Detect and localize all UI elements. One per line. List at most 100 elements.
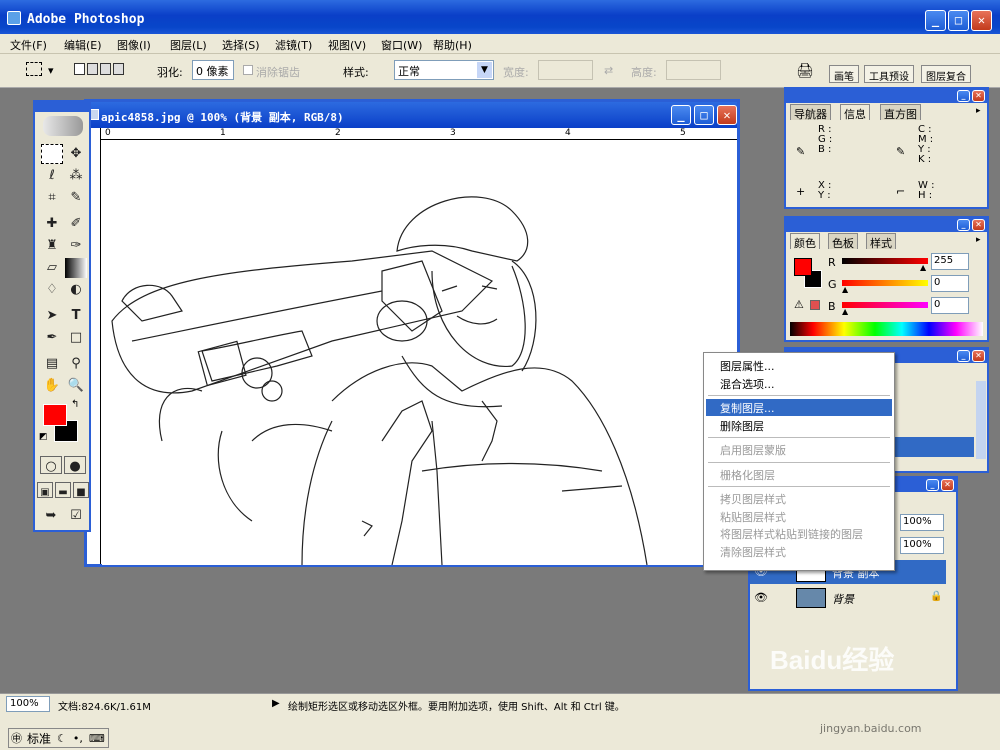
tab-swatches[interactable]: 色板 bbox=[828, 233, 858, 250]
rect-marquee-icon[interactable] bbox=[26, 62, 42, 76]
type-tool-icon[interactable]: T bbox=[65, 306, 87, 326]
canvas[interactable] bbox=[102, 141, 737, 565]
keyboard-icon[interactable]: ⌨ bbox=[86, 732, 108, 745]
tab-histogram[interactable]: 直方图 bbox=[880, 104, 921, 121]
moon-icon[interactable]: ☾ bbox=[54, 732, 70, 745]
context-menu-item[interactable]: 图层属性... bbox=[706, 357, 892, 374]
eyedropper-tool-icon[interactable]: ⚲ bbox=[65, 354, 87, 374]
eraser-tool-icon[interactable]: ▱ bbox=[41, 258, 63, 278]
slice-tool-icon[interactable]: ✎ bbox=[65, 188, 87, 208]
tab-layer-comps[interactable]: 图层复合 bbox=[921, 65, 971, 83]
doc-minimize-button[interactable]: _ bbox=[671, 105, 691, 125]
chevron-down-icon[interactable]: ▼ bbox=[477, 62, 492, 78]
menu-select[interactable]: 选择(S) bbox=[222, 37, 260, 53]
panel-close-button[interactable]: ✕ bbox=[972, 90, 985, 102]
panel-minimize-button[interactable]: _ bbox=[926, 479, 939, 491]
gamut-color-swatch[interactable] bbox=[810, 300, 820, 310]
check-icon[interactable]: ☑ bbox=[65, 506, 87, 526]
slider-thumb[interactable]: ▲ bbox=[842, 307, 848, 316]
punctuation-icon[interactable]: •, bbox=[70, 732, 86, 745]
b-slider[interactable]: ▲ bbox=[842, 302, 928, 316]
tab-info[interactable]: 信息 bbox=[840, 104, 870, 121]
status-arrow-icon[interactable]: ▶ bbox=[272, 698, 280, 709]
history-scrollbar[interactable] bbox=[976, 381, 986, 459]
slider-thumb[interactable]: ▲ bbox=[920, 263, 926, 272]
maximize-button[interactable]: □ bbox=[948, 10, 969, 31]
tab-brushes[interactable]: 画笔 bbox=[829, 65, 859, 83]
doc-close-button[interactable]: ✕ bbox=[717, 105, 737, 125]
panel-minimize-button[interactable]: _ bbox=[957, 350, 970, 362]
palette-well-icon[interactable]: 🖨 bbox=[796, 63, 814, 79]
b-value-input[interactable]: 0 bbox=[931, 297, 969, 314]
g-slider[interactable]: ▲ bbox=[842, 280, 928, 294]
hand-tool-icon[interactable]: ✋ bbox=[41, 376, 63, 396]
clone-stamp-icon[interactable]: ♜ bbox=[41, 236, 63, 256]
layer-row[interactable]: 👁 背景 🔒 bbox=[750, 586, 946, 610]
fill-input[interactable]: 100% bbox=[900, 537, 944, 554]
path-selection-icon[interactable]: ➤ bbox=[41, 306, 63, 326]
intersect-selection-icon[interactable] bbox=[113, 63, 124, 75]
menu-window[interactable]: 窗口(W) bbox=[381, 37, 422, 53]
zoom-tool-icon[interactable]: 🔍 bbox=[65, 376, 87, 396]
panel-menu-arrow-icon[interactable]: ▸ bbox=[976, 106, 981, 116]
marquee-tool-icon[interactable] bbox=[41, 144, 63, 164]
height-input[interactable] bbox=[666, 60, 721, 80]
tab-styles[interactable]: 样式 bbox=[866, 233, 896, 250]
tab-color[interactable]: 颜色 bbox=[790, 233, 820, 250]
panel-close-button[interactable]: ✕ bbox=[972, 219, 985, 231]
ime-mode-label[interactable]: 标准 bbox=[24, 730, 54, 747]
jump-to-imageready-icon[interactable]: ➥ bbox=[40, 506, 62, 526]
blur-tool-icon[interactable]: ♢ bbox=[41, 280, 63, 300]
tab-navigator[interactable]: 导航器 bbox=[790, 104, 831, 121]
feather-input[interactable]: 0 像素 bbox=[192, 60, 234, 80]
menu-layer[interactable]: 图层(L) bbox=[170, 37, 207, 53]
fg-color-swatch[interactable] bbox=[794, 258, 812, 276]
menu-edit[interactable]: 编辑(E) bbox=[64, 37, 102, 53]
ime-logo-icon[interactable]: ㊥ bbox=[9, 730, 24, 746]
screen-mode-standard-icon[interactable]: ▣ bbox=[37, 482, 53, 498]
g-value-input[interactable]: 0 bbox=[931, 275, 969, 292]
history-brush-icon[interactable]: ✑ bbox=[65, 236, 87, 256]
menu-help[interactable]: 帮助(H) bbox=[433, 37, 472, 53]
minimize-button[interactable]: _ bbox=[925, 10, 946, 31]
context-menu-item[interactable]: 混合选项... bbox=[706, 375, 892, 392]
add-selection-icon[interactable] bbox=[87, 63, 98, 75]
panel-menu-arrow-icon[interactable]: ▸ bbox=[976, 235, 981, 245]
notes-tool-icon[interactable]: ▤ bbox=[41, 354, 63, 374]
style-select[interactable]: 正常 ▼ bbox=[394, 60, 494, 80]
lasso-tool-icon[interactable]: ℓ bbox=[41, 166, 63, 186]
shape-tool-icon[interactable]: □ bbox=[65, 328, 87, 348]
menu-image[interactable]: 图像(I) bbox=[117, 37, 151, 53]
opacity-input[interactable]: 100% bbox=[900, 514, 944, 531]
swap-colors-icon[interactable]: ↰ bbox=[71, 399, 79, 410]
r-slider[interactable]: ▲ bbox=[842, 258, 928, 272]
screen-mode-full-icon[interactable]: ■ bbox=[73, 482, 89, 498]
menu-file[interactable]: 文件(F) bbox=[10, 37, 47, 53]
layer-name[interactable]: 背景 bbox=[832, 591, 854, 607]
eye-icon[interactable]: 👁 bbox=[754, 591, 768, 604]
panel-close-button[interactable]: ✕ bbox=[941, 479, 954, 491]
antialias-checkbox[interactable] bbox=[243, 65, 253, 75]
panel-minimize-button[interactable]: _ bbox=[957, 90, 970, 102]
gradient-tool-icon[interactable] bbox=[65, 258, 87, 278]
doc-maximize-button[interactable]: □ bbox=[694, 105, 714, 125]
foreground-color-swatch[interactable] bbox=[43, 404, 67, 426]
pen-tool-icon[interactable]: ✒ bbox=[41, 328, 63, 348]
move-tool-icon[interactable]: ✥ bbox=[65, 144, 87, 164]
default-colors-icon[interactable]: ◩ bbox=[39, 432, 48, 442]
slider-thumb[interactable]: ▲ bbox=[842, 285, 848, 294]
menu-view[interactable]: 视图(V) bbox=[328, 37, 366, 53]
magic-wand-tool-icon[interactable]: ⁂ bbox=[65, 166, 87, 186]
context-menu-item[interactable]: 复制图层... bbox=[706, 399, 892, 416]
new-selection-icon[interactable] bbox=[74, 63, 85, 75]
color-spectrum-ramp[interactable] bbox=[790, 322, 983, 336]
healing-brush-icon[interactable]: ✚ bbox=[41, 214, 63, 234]
standard-mode-icon[interactable]: ○ bbox=[40, 456, 62, 474]
quickmask-mode-icon[interactable]: ● bbox=[64, 456, 86, 474]
tool-preset-arrow-icon[interactable]: ▾ bbox=[48, 64, 54, 77]
subtract-selection-icon[interactable] bbox=[100, 63, 111, 75]
r-value-input[interactable]: 255 bbox=[931, 253, 969, 270]
context-menu-item[interactable]: 删除图层 bbox=[706, 417, 892, 434]
swap-icon[interactable]: ⇄ bbox=[604, 64, 613, 77]
panel-minimize-button[interactable]: _ bbox=[957, 219, 970, 231]
